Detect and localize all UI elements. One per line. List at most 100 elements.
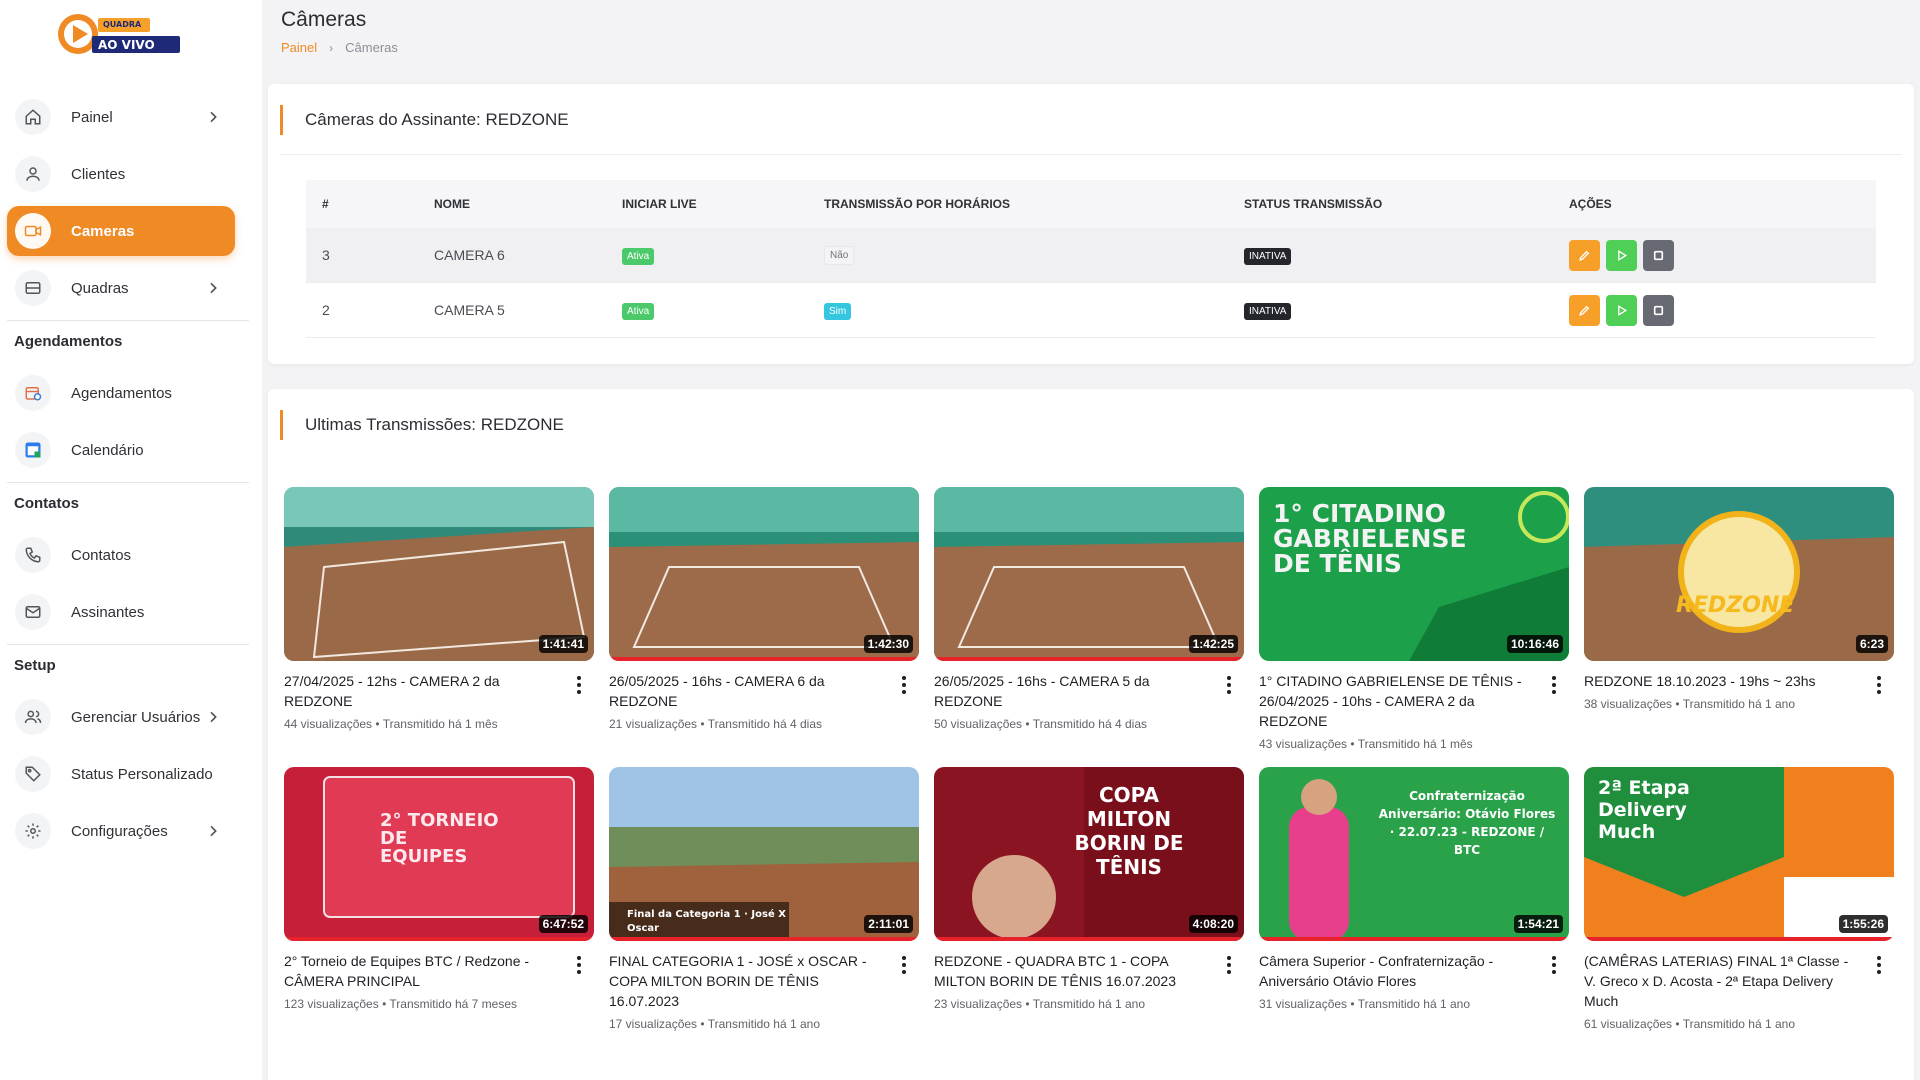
video-date: Transmitido há 1 ano (1032, 997, 1146, 1011)
more-options-icon[interactable] (1870, 673, 1888, 697)
stop-icon (1653, 250, 1664, 260)
sidebar-item-configuracoes[interactable]: Configurações (7, 806, 235, 856)
table-header-row: # NOME INICIAR LIVE TRANSMISSÃO POR HORÁ… (306, 180, 1876, 228)
video-thumbnail[interactable]: 2° TORNEIO DE EQUIPES 6:47:52 (284, 767, 594, 941)
sidebar-item-gerenciar-usuarios[interactable]: Gerenciar Usuários (7, 692, 235, 742)
more-options-icon[interactable] (570, 673, 588, 697)
stop-live-button[interactable] (1643, 239, 1674, 271)
more-options-icon[interactable] (570, 953, 588, 977)
more-options-icon[interactable] (1870, 953, 1888, 977)
video-thumbnail[interactable]: Confraternização Aniversário: Otávio Flo… (1259, 767, 1569, 941)
thumbnail-overlay-text: 2ª Etapa Delivery Much (1598, 777, 1690, 843)
breadcrumb-current: Câmeras (345, 40, 398, 55)
video-duration: 1:42:25 (1188, 635, 1238, 653)
more-options-icon[interactable] (1545, 673, 1563, 697)
cameras-card-title: Câmeras do Assinante: REDZONE (280, 105, 569, 135)
video-card[interactable]: 2° TORNEIO DE EQUIPES 6:47:52 2° Torneio… (284, 767, 594, 1011)
sidebar-divider (7, 482, 249, 483)
sidebar-item-label: Clientes (71, 165, 126, 183)
sidebar-item-label: Agendamentos (71, 384, 172, 402)
video-thumbnail[interactable]: REDZONE 6:23 (1584, 487, 1894, 661)
video-title[interactable]: 26/05/2025 - 16hs - CAMERA 5 da REDZONE (934, 671, 1244, 711)
column-header: NOME (434, 197, 470, 211)
video-title[interactable]: 27/04/2025 - 12hs - CAMERA 2 da REDZONE (284, 671, 594, 711)
video-title[interactable]: 26/05/2025 - 16hs - CAMERA 6 da REDZONE (609, 671, 919, 711)
cell-name: CAMERA 5 (434, 302, 505, 318)
thumbnail-overlay-text: REDZONE (1676, 593, 1795, 618)
cell-id: 2 (322, 302, 330, 318)
watch-progress-bar (934, 937, 1244, 941)
video-thumbnail[interactable]: 1:42:30 (609, 487, 919, 661)
video-meta: 23 visualizações • Transmitido há 1 ano (934, 997, 1146, 1011)
more-options-icon[interactable] (895, 953, 913, 977)
video-views: 61 visualizações (1584, 1017, 1673, 1031)
sidebar-item-label: Painel (71, 108, 113, 126)
video-date: Transmitido há 4 dias (1032, 717, 1147, 731)
breadcrumb-link-painel[interactable]: Painel (281, 40, 317, 55)
more-options-icon[interactable] (1545, 953, 1563, 977)
video-date: Transmitido há 1 ano (1682, 697, 1796, 711)
video-thumbnail[interactable]: 1:41:41 (284, 487, 594, 661)
video-meta: 61 visualizações • Transmitido há 1 ano (1584, 1017, 1796, 1031)
video-views: 50 visualizações (934, 717, 1023, 731)
chevron-right-icon (210, 711, 217, 723)
video-card[interactable]: 1:41:41 27/04/2025 - 12hs - CAMERA 2 da … (284, 487, 594, 731)
video-title[interactable]: FINAL CATEGORIA 1 - JOSÉ x OSCAR - COPA … (609, 951, 919, 1011)
start-live-button[interactable] (1606, 239, 1637, 271)
video-title[interactable]: Câmera Superior - Confraternização - Ani… (1259, 951, 1569, 991)
edit-button[interactable] (1569, 239, 1600, 271)
video-duration: 2:11:01 (864, 915, 913, 933)
video-title[interactable]: 1° CITADINO GABRIELENSE DE TÊNIS - 26/04… (1259, 671, 1569, 731)
breadcrumb: Painel › Câmeras (281, 40, 398, 55)
video-title[interactable]: REDZONE - QUADRA BTC 1 - COPA MILTON BOR… (934, 951, 1244, 991)
video-thumbnail[interactable]: COPA MILTON BORIN DE TÊNIS 4:08:20 (934, 767, 1244, 941)
video-card[interactable]: Confraternização Aniversário: Otávio Flo… (1259, 767, 1569, 1011)
edit-button[interactable] (1569, 294, 1600, 326)
video-title[interactable]: (CAMÊRAS LATERIAS) FINAL 1ª Classe - V. … (1584, 951, 1894, 1011)
quadra-ao-vivo-logo[interactable]: QUADRA AO VIVO (56, 8, 184, 60)
more-options-icon[interactable] (1220, 673, 1238, 697)
stop-live-button[interactable] (1643, 294, 1674, 326)
sidebar-item-calendario[interactable]: Calendário (7, 425, 235, 475)
chevron-right-icon (210, 111, 217, 123)
sidebar-item-contatos[interactable]: Contatos (7, 530, 235, 580)
video-card[interactable]: Final da Categoria 1 · José X Oscar 2:11… (609, 767, 919, 1031)
video-thumbnail[interactable]: Final da Categoria 1 · José X Oscar 2:11… (609, 767, 919, 941)
sidebar-item-agendamentos[interactable]: Agendamentos (7, 368, 235, 418)
video-card[interactable]: REDZONE 6:23 REDZONE 18.10.2023 - 19hs ~… (1584, 487, 1894, 711)
video-title[interactable]: REDZONE 18.10.2023 - 19hs ~ 23hs (1584, 671, 1894, 691)
video-card[interactable]: 2ª Etapa Delivery Much 1:55:26 (CAMÊRAS … (1584, 767, 1894, 1031)
sidebar-item-label: Cameras (71, 222, 135, 240)
chevron-right-icon (210, 825, 217, 837)
section-title-agendamentos: Agendamentos (14, 333, 123, 350)
video-thumbnail[interactable]: 2ª Etapa Delivery Much 1:55:26 (1584, 767, 1894, 941)
pencil-icon (1579, 250, 1590, 261)
play-icon (1618, 304, 1628, 316)
video-thumbnail[interactable]: 1:42:25 (934, 487, 1244, 661)
sidebar-item-cameras[interactable]: Cameras (7, 206, 235, 256)
video-duration: 1:55:26 (1838, 915, 1888, 933)
video-card[interactable]: 1:42:25 26/05/2025 - 16hs - CAMERA 5 da … (934, 487, 1244, 731)
video-date: Transmitido há 4 dias (707, 717, 822, 731)
sidebar-item-assinantes[interactable]: Assinantes (7, 587, 235, 637)
watch-progress-bar (1259, 937, 1569, 941)
more-options-icon[interactable] (1220, 953, 1238, 977)
sidebar-item-status-personalizado[interactable]: Status Personalizado (7, 749, 235, 799)
video-thumbnail[interactable]: 1° CITADINO GABRIELENSE DE TÊNIS 10:16:4… (1259, 487, 1569, 661)
video-card[interactable]: 1° CITADINO GABRIELENSE DE TÊNIS 10:16:4… (1259, 487, 1569, 751)
video-card[interactable]: 1:42:30 26/05/2025 - 16hs - CAMERA 6 da … (609, 487, 919, 731)
more-options-icon[interactable] (895, 673, 913, 697)
sidebar-item-quadras[interactable]: Quadras (7, 263, 235, 313)
sidebar-item-painel[interactable]: Painel (7, 92, 235, 142)
video-camera-icon (15, 213, 51, 249)
court-icon (15, 270, 51, 306)
video-card[interactable]: COPA MILTON BORIN DE TÊNIS 4:08:20 REDZO… (934, 767, 1244, 1011)
redzone-logo-thumbnail-icon (1584, 487, 1894, 661)
video-duration: 6:23 (1855, 635, 1888, 653)
video-meta: 38 visualizações • Transmitido há 1 ano (1584, 697, 1796, 711)
video-duration: 1:41:41 (538, 635, 588, 653)
video-title[interactable]: 2° Torneio de Equipes BTC / Redzone - CÂ… (284, 951, 594, 991)
start-live-button[interactable] (1606, 294, 1637, 326)
chevron-right-icon (210, 282, 217, 294)
sidebar-item-clientes[interactable]: Clientes (7, 149, 235, 199)
